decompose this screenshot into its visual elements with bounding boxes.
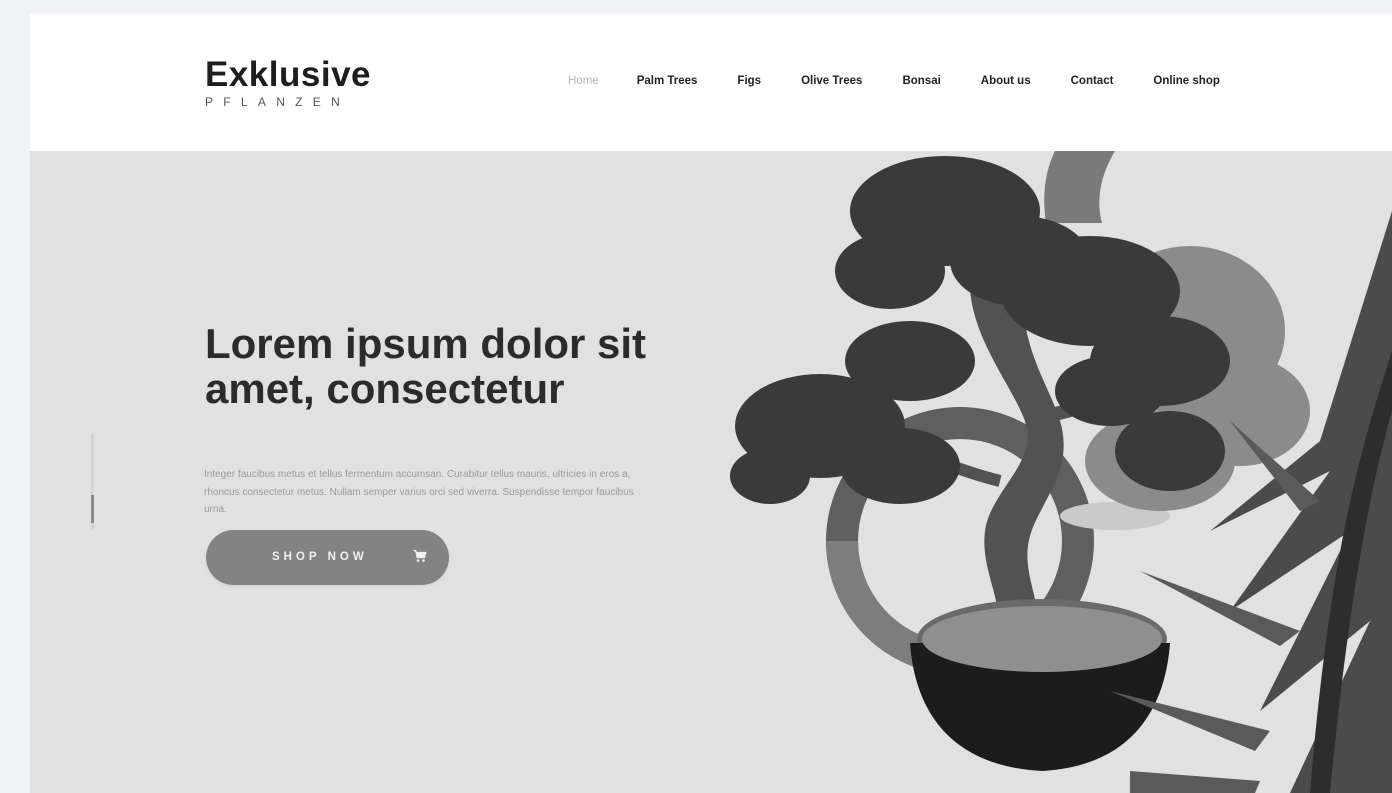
- nav-item-about-us[interactable]: About us: [981, 75, 1031, 87]
- decorative-ring-top: [1044, 151, 1115, 223]
- brand-logo[interactable]: Exklusive PFLANZEN: [205, 55, 371, 110]
- nav-item-figs[interactable]: Figs: [737, 75, 761, 87]
- site-header: Exklusive PFLANZEN Home Palm Trees Figs …: [30, 14, 1392, 151]
- shop-now-label: SHOP NOW: [272, 551, 368, 563]
- nav-item-contact[interactable]: Contact: [1071, 75, 1114, 87]
- nav-item-palm-trees[interactable]: Palm Trees: [637, 75, 698, 87]
- shop-now-button[interactable]: SHOP NOW: [206, 530, 449, 585]
- hero-section: Lorem ipsum dolor sit amet, consectetur …: [30, 151, 1392, 793]
- slider-thumb[interactable]: [91, 495, 94, 523]
- nav-item-bonsai[interactable]: Bonsai: [902, 75, 940, 87]
- hero-title: Lorem ipsum dolor sit amet, consectetur: [205, 320, 647, 412]
- vertical-slider-indicator[interactable]: [88, 433, 97, 529]
- nav-item-home[interactable]: Home: [568, 75, 599, 87]
- bonsai-pot: [910, 599, 1170, 771]
- brand-tagline: PFLANZEN: [205, 95, 351, 109]
- main-nav: Home Palm Trees Figs Olive Trees Bonsai …: [568, 75, 1220, 87]
- cart-icon: [413, 549, 427, 566]
- nav-item-online-shop[interactable]: Online shop: [1153, 75, 1219, 87]
- brand-name: Exklusive: [205, 55, 371, 94]
- hero-description: Integer faucibus metus et tellus ferment…: [204, 469, 634, 515]
- nav-item-olive-trees[interactable]: Olive Trees: [801, 75, 862, 87]
- page-frame: Exklusive PFLANZEN Home Palm Trees Figs …: [30, 14, 1392, 793]
